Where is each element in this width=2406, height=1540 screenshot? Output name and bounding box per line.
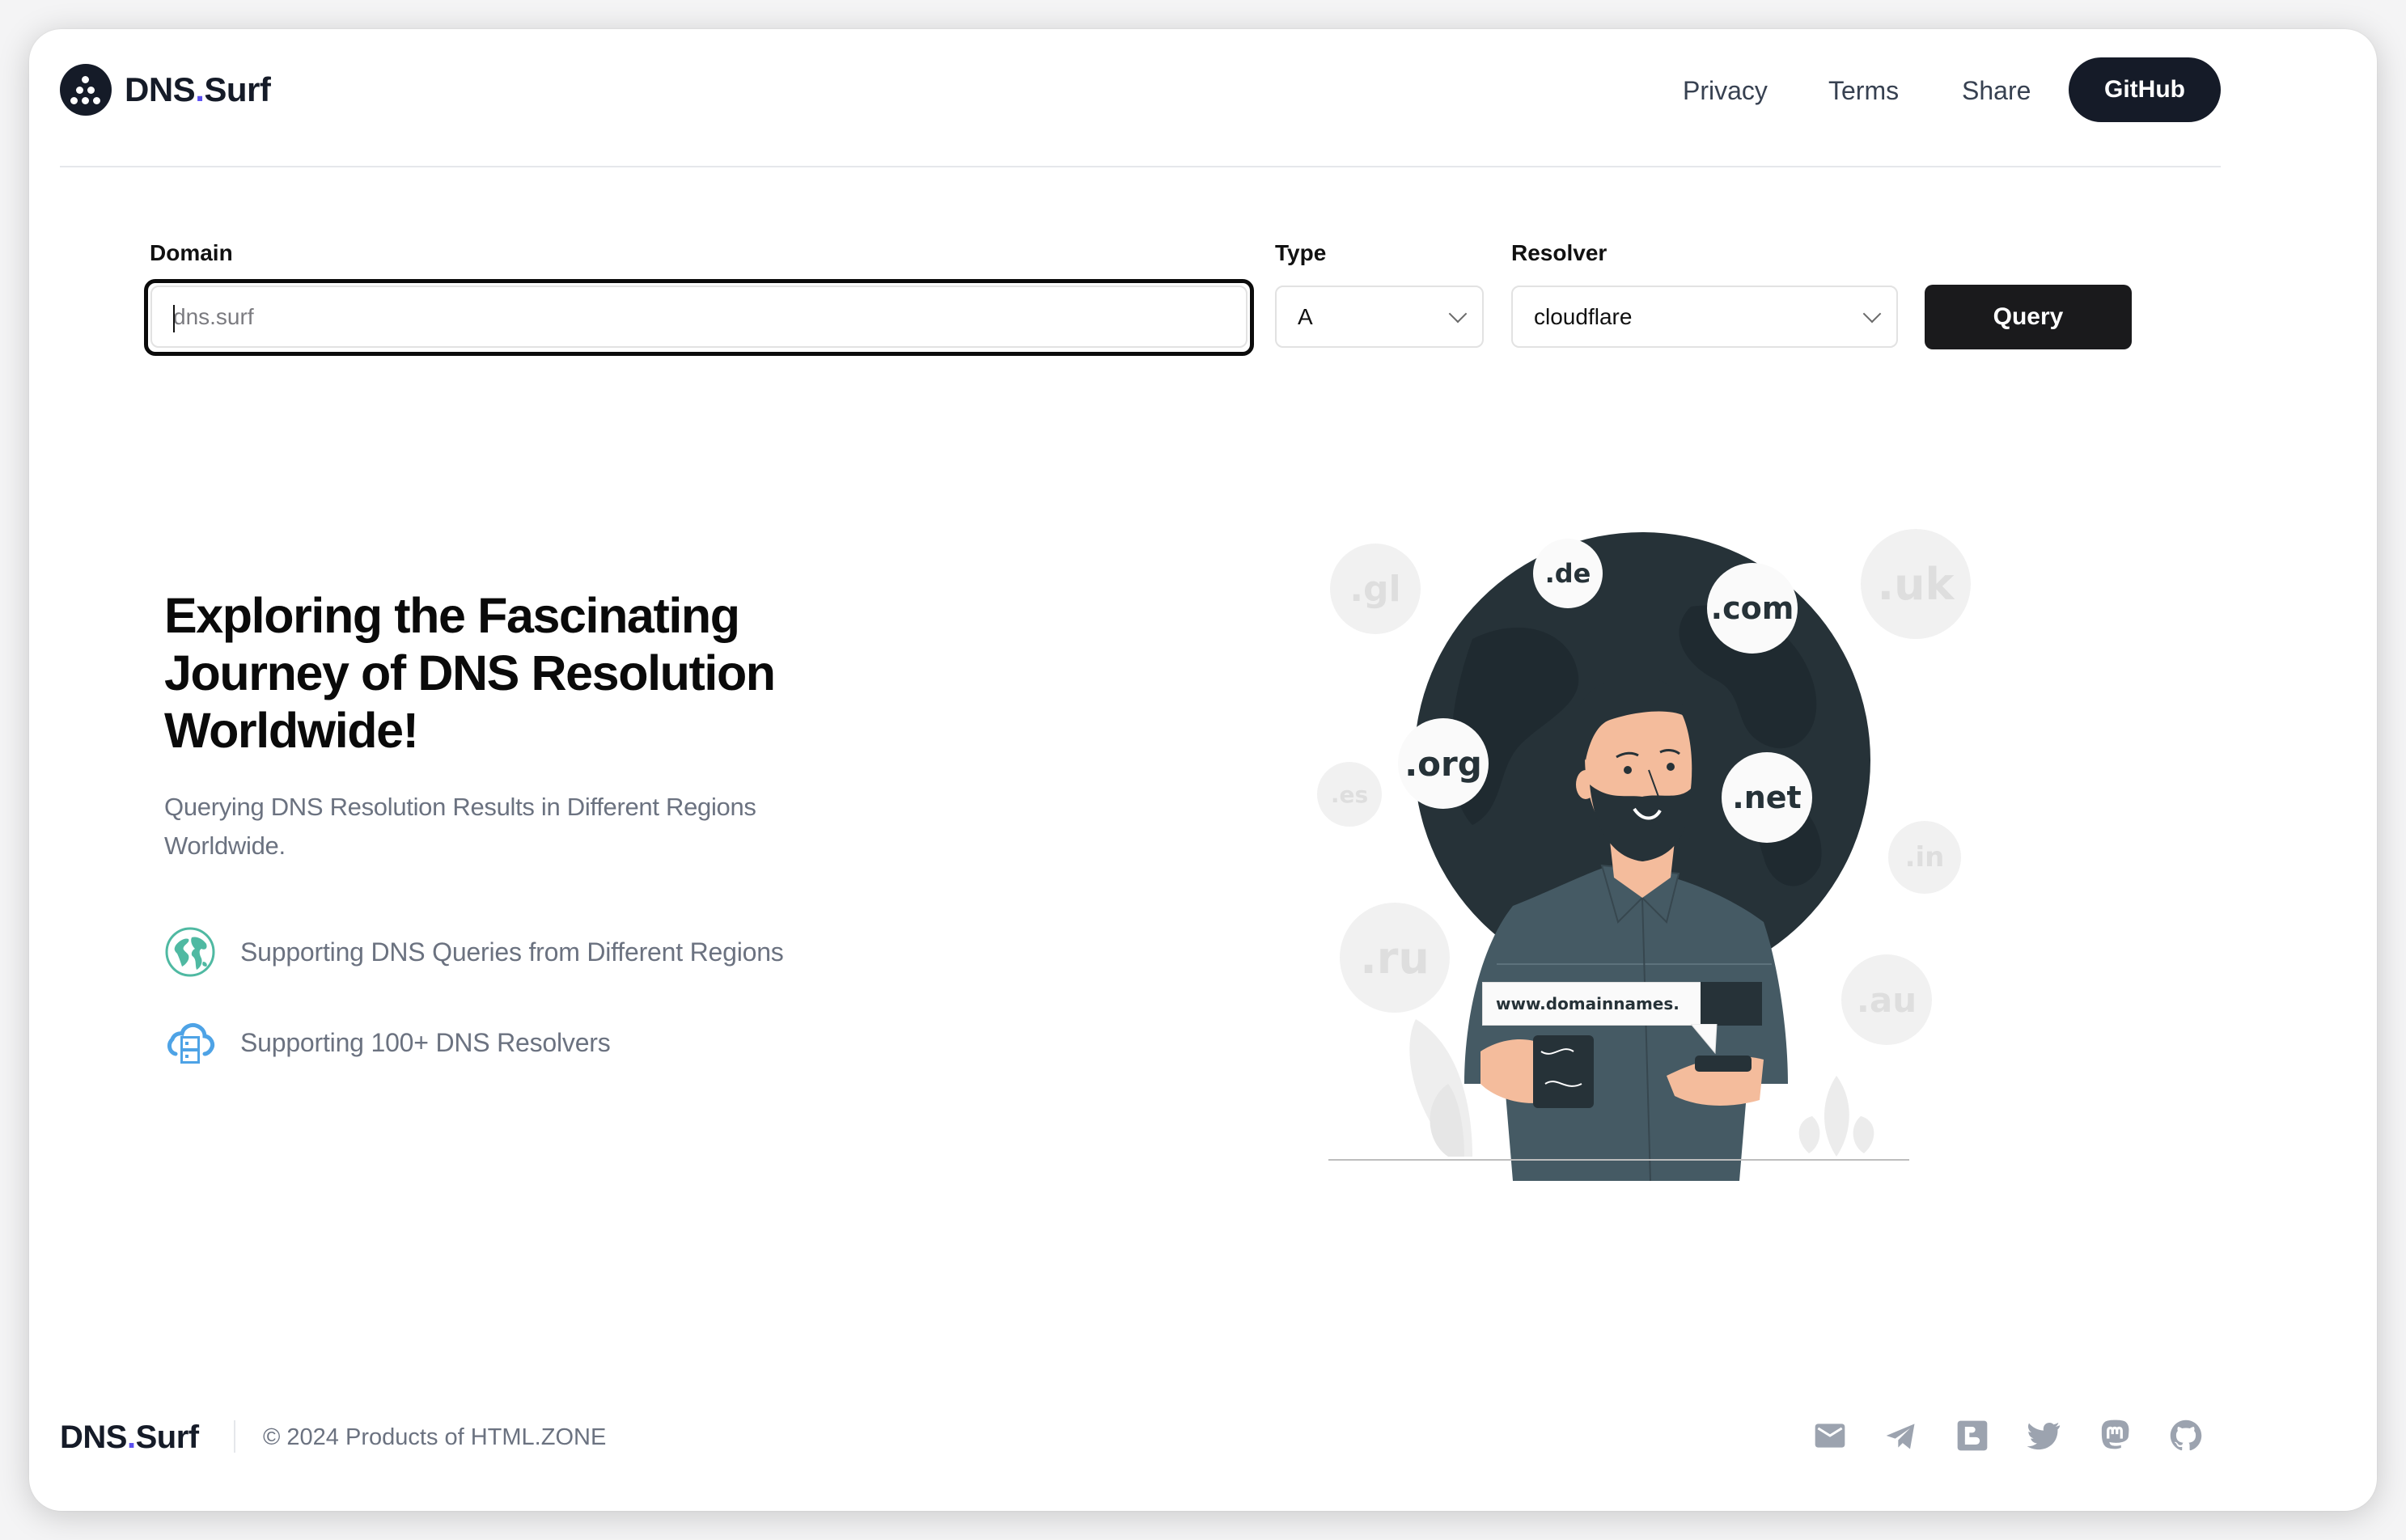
nav-terms[interactable]: Terms xyxy=(1828,74,1899,107)
hero-title: Exploring the Fascinating Journey of DNS… xyxy=(164,588,776,758)
nav-privacy[interactable]: Privacy xyxy=(1683,74,1768,107)
brand-name: DNS xyxy=(125,70,196,108)
brand-dot: . xyxy=(195,70,205,108)
blogger-icon[interactable] xyxy=(1953,1416,1992,1455)
resolver-select[interactable]: cloudflare xyxy=(1511,286,1898,348)
brand-logo-text[interactable]: DNS.Surf xyxy=(125,68,271,112)
address-bar-button xyxy=(1701,982,1762,1026)
dns-illustration: .gl .uk .es .in .ru .au .de .com .org .n… xyxy=(1311,518,1974,1181)
logo-icon[interactable] xyxy=(60,64,112,116)
mastodon-icon[interactable] xyxy=(2095,1416,2134,1455)
copyright-text: © 2024 Products of HTML.ZONE xyxy=(263,1424,607,1450)
mail-icon[interactable] xyxy=(1811,1416,1849,1455)
github-icon[interactable] xyxy=(2167,1416,2205,1455)
text-caret xyxy=(173,305,175,332)
type-select-value: A xyxy=(1298,303,1313,329)
footer-brand[interactable]: DNS.Surf xyxy=(60,1417,199,1458)
cloud-server-icon xyxy=(164,1017,216,1068)
person-figure xyxy=(1328,677,1909,1181)
feature-item: Supporting 100+ DNS Resolvers xyxy=(164,1017,611,1068)
footer-brand-suffix: Surf xyxy=(135,1419,200,1455)
chevron-down-icon xyxy=(1862,304,1882,323)
resolver-label: Resolver xyxy=(1511,240,1608,265)
resolver-select-value: cloudflare xyxy=(1534,303,1633,329)
domain-label: Domain xyxy=(150,240,233,265)
globe-icon xyxy=(164,926,216,978)
feature-text: Supporting 100+ DNS Resolvers xyxy=(240,1028,611,1057)
twitter-icon[interactable] xyxy=(2024,1416,2063,1455)
hero-subtitle: Querying DNS Resolution Results in Diffe… xyxy=(164,793,756,860)
query-button[interactable]: Query xyxy=(1925,285,2132,349)
domain-input[interactable] xyxy=(172,302,1246,331)
nav-share[interactable]: Share xyxy=(1962,74,2031,107)
chevron-down-icon xyxy=(1448,304,1468,323)
feature-item: Supporting DNS Queries from Different Re… xyxy=(164,926,784,978)
footer-brand-dot: . xyxy=(126,1419,136,1455)
domain-field[interactable] xyxy=(150,286,1247,348)
type-label: Type xyxy=(1275,240,1327,265)
feature-text: Supporting DNS Queries from Different Re… xyxy=(240,937,784,967)
footer-brand-name: DNS xyxy=(60,1419,127,1455)
header-divider xyxy=(60,166,2221,167)
github-button[interactable]: GitHub xyxy=(2069,57,2221,122)
footer-separator xyxy=(234,1420,235,1453)
app-window: DNS.Surf Privacy Terms Share GitHub Doma… xyxy=(29,29,2377,1511)
type-select[interactable]: A xyxy=(1275,286,1484,348)
telegram-icon[interactable] xyxy=(1882,1416,1921,1455)
speech-tail xyxy=(1691,1024,1718,1055)
brand-suffix: Surf xyxy=(204,70,271,108)
address-bar-text: www.domainnames. xyxy=(1496,994,1680,1013)
